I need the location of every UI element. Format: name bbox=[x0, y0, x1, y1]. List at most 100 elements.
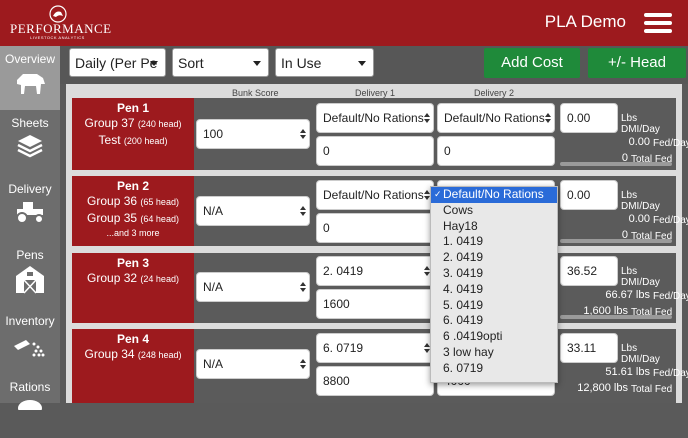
dropdown-option-selected[interactable]: ✓ Default/No Rations bbox=[431, 187, 557, 203]
add-cost-button[interactable]: Add Cost bbox=[484, 48, 580, 78]
delivery2-ration-value: Default/No Rations bbox=[444, 111, 545, 125]
dropdown-option[interactable]: 6. 0419 bbox=[431, 313, 557, 329]
delivery1-amount-input[interactable]: 0 bbox=[316, 136, 434, 166]
group-name: Group 34 bbox=[84, 347, 135, 361]
dropdown-option-label: Default/No Rations bbox=[443, 187, 544, 201]
sidebar-item-label: Pens bbox=[16, 248, 44, 262]
group-line: Group 32 (24 head) bbox=[72, 270, 194, 287]
feed-scoop-icon bbox=[14, 340, 45, 357]
checkmark-icon: ✓ bbox=[434, 189, 442, 199]
delivery2-amount-input[interactable]: 0 bbox=[437, 136, 555, 166]
delivery1-ration-select[interactable]: Default/No Rations bbox=[316, 180, 434, 210]
bunk-score-select[interactable]: N/A bbox=[196, 272, 310, 302]
more-groups-label: ...and 3 more bbox=[106, 228, 160, 238]
sidebar-item-sheets[interactable]: Sheets bbox=[0, 110, 60, 174]
stepper-icon bbox=[300, 359, 306, 369]
group-head: (64 head) bbox=[140, 214, 179, 224]
total-fed-progress bbox=[560, 239, 672, 243]
sidebar-item-inventory[interactable]: Inventory bbox=[0, 308, 60, 372]
group-head: (65 head) bbox=[140, 197, 179, 207]
ration-icon bbox=[18, 400, 42, 410]
dmi-input[interactable]: 0.00 bbox=[560, 180, 618, 210]
sidebar: Overview Sheets Delivery Pens Inventory … bbox=[0, 46, 60, 410]
total-fed-value: 12,800 lbs bbox=[577, 382, 628, 394]
dmi-input[interactable]: 0.00 bbox=[560, 103, 618, 133]
stepper-icon bbox=[300, 282, 306, 292]
group-line: Group 35 (64 head) bbox=[72, 210, 194, 227]
pen-name: Pen 3 bbox=[116, 256, 149, 270]
period-select[interactable]: Daily (Per Pe bbox=[69, 48, 166, 77]
group-line: Group 34 (248 head) bbox=[72, 346, 194, 363]
fed-day-value: 66.67 lbs bbox=[605, 289, 650, 301]
delivery1-ration-select[interactable]: Default/No Rations bbox=[316, 103, 434, 133]
delivery1-amount-input[interactable]: 1600 bbox=[316, 289, 434, 319]
dropdown-option[interactable]: Cows bbox=[431, 203, 557, 219]
delivery2-ration-select[interactable]: Default/No Rations bbox=[437, 103, 555, 133]
dmi-input[interactable]: 36.52 bbox=[560, 256, 618, 286]
dropdown-option[interactable]: Hay18 bbox=[431, 219, 557, 235]
chevron-down-icon bbox=[253, 61, 261, 66]
sort-select[interactable]: Sort bbox=[172, 48, 269, 77]
group-head: (24 head) bbox=[140, 274, 179, 284]
pen-info: Pen 2 Group 36 (65 head) Group 35 (64 he… bbox=[72, 176, 194, 246]
stepper-icon bbox=[300, 206, 306, 216]
bunk-score-select[interactable]: N/A bbox=[196, 196, 310, 226]
bunk-score-value: 100 bbox=[203, 127, 224, 141]
group-name: Group 32 bbox=[87, 271, 138, 285]
sidebar-item-delivery[interactable]: Delivery bbox=[0, 176, 60, 240]
dropdown-option[interactable]: 5. 0419 bbox=[431, 298, 557, 314]
pen-name: Pen 1 bbox=[116, 101, 149, 115]
period-select-value: Daily (Per Pe bbox=[75, 55, 158, 71]
dmi-unit: Lbs DMI/Day bbox=[621, 113, 660, 135]
dropdown-option[interactable]: 6 .0419opti bbox=[431, 329, 557, 345]
sort-select-value: Sort bbox=[178, 55, 204, 71]
sidebar-item-label: Delivery bbox=[8, 182, 52, 196]
bunk-score-value: N/A bbox=[203, 357, 224, 371]
delivery1-ration-value: Default/No Rations bbox=[323, 188, 424, 202]
delivery1-ration-value: Default/No Rations bbox=[323, 111, 424, 125]
dropdown-option[interactable]: 3. 0419 bbox=[431, 266, 557, 282]
dropdown-option[interactable]: 2. 0419 bbox=[431, 250, 557, 266]
group-name: Group 35 bbox=[87, 211, 138, 225]
delivery1-ration-select[interactable]: 2. 0419 bbox=[316, 256, 434, 286]
head-adjust-button[interactable]: +/- Head bbox=[588, 48, 686, 78]
sidebar-item-overview[interactable]: Overview bbox=[0, 46, 60, 110]
sidebar-item-rations[interactable]: Rations bbox=[0, 374, 60, 438]
pen-row-1[interactable]: Pen 1 Group 37 (240 head) Test (200 head… bbox=[72, 98, 688, 170]
group-line: Group 36 (65 head) bbox=[72, 193, 194, 210]
group-head: (248 head) bbox=[137, 350, 182, 360]
fed-day-unit: Fed/Day bbox=[653, 215, 688, 226]
pen-info: Pen 1 Group 37 (240 head) Test (200 head… bbox=[72, 98, 194, 170]
group-head: (200 head) bbox=[123, 136, 168, 146]
sidebar-item-pens[interactable]: Pens bbox=[0, 242, 60, 306]
dropdown-option[interactable]: 6. 0719 bbox=[431, 361, 557, 377]
delivery1-ration-select[interactable]: 6. 0719 bbox=[316, 333, 434, 363]
delivery2-header: Delivery 2 bbox=[474, 88, 515, 98]
bunk-score-select[interactable]: 100 bbox=[196, 119, 310, 149]
app-title: PLA Demo bbox=[544, 12, 626, 31]
delivery1-amount-input[interactable]: 0 bbox=[316, 213, 434, 243]
delivery1-amount-input[interactable]: 8800 bbox=[316, 366, 434, 396]
dropdown-option[interactable]: 4. 0419 bbox=[431, 282, 557, 298]
pen-row-3[interactable]: Pen 3 Group 32 (24 head) N/A 2. 0419 160… bbox=[72, 253, 688, 323]
dropdown-option[interactable]: 1. 0419 bbox=[431, 234, 557, 250]
tractor-icon bbox=[16, 202, 44, 224]
dmi-unit: Lbs DMI/Day bbox=[621, 190, 660, 212]
pen-name: Pen 2 bbox=[116, 179, 149, 193]
ration-dropdown-menu: ✓ Default/No Rations Cows Hay18 1. 0419 2… bbox=[430, 186, 558, 383]
chevron-down-icon bbox=[150, 61, 158, 66]
group-head: (240 head) bbox=[137, 119, 182, 129]
dropdown-option[interactable]: 3 low hay bbox=[431, 345, 557, 361]
bunk-score-select[interactable]: N/A bbox=[196, 349, 310, 379]
group-name: Test bbox=[98, 133, 121, 147]
status-select[interactable]: In Use bbox=[275, 48, 374, 77]
sidebar-item-label: Sheets bbox=[11, 116, 49, 130]
hamburger-menu-icon[interactable] bbox=[644, 13, 672, 33]
delivery1-header: Delivery 1 bbox=[355, 88, 396, 98]
fed-day-value: 0.00 bbox=[628, 213, 650, 225]
pen-row-4[interactable]: Pen 4 Group 34 (248 head) N/A 6. 0719 88… bbox=[72, 329, 688, 403]
stepper-icon bbox=[545, 113, 551, 123]
delivery1-ration-value: 6. 0719 bbox=[323, 341, 364, 355]
pen-row-2[interactable]: Pen 2 Group 36 (65 head) Group 35 (64 he… bbox=[72, 176, 688, 246]
dmi-input[interactable]: 33.11 bbox=[560, 333, 618, 363]
